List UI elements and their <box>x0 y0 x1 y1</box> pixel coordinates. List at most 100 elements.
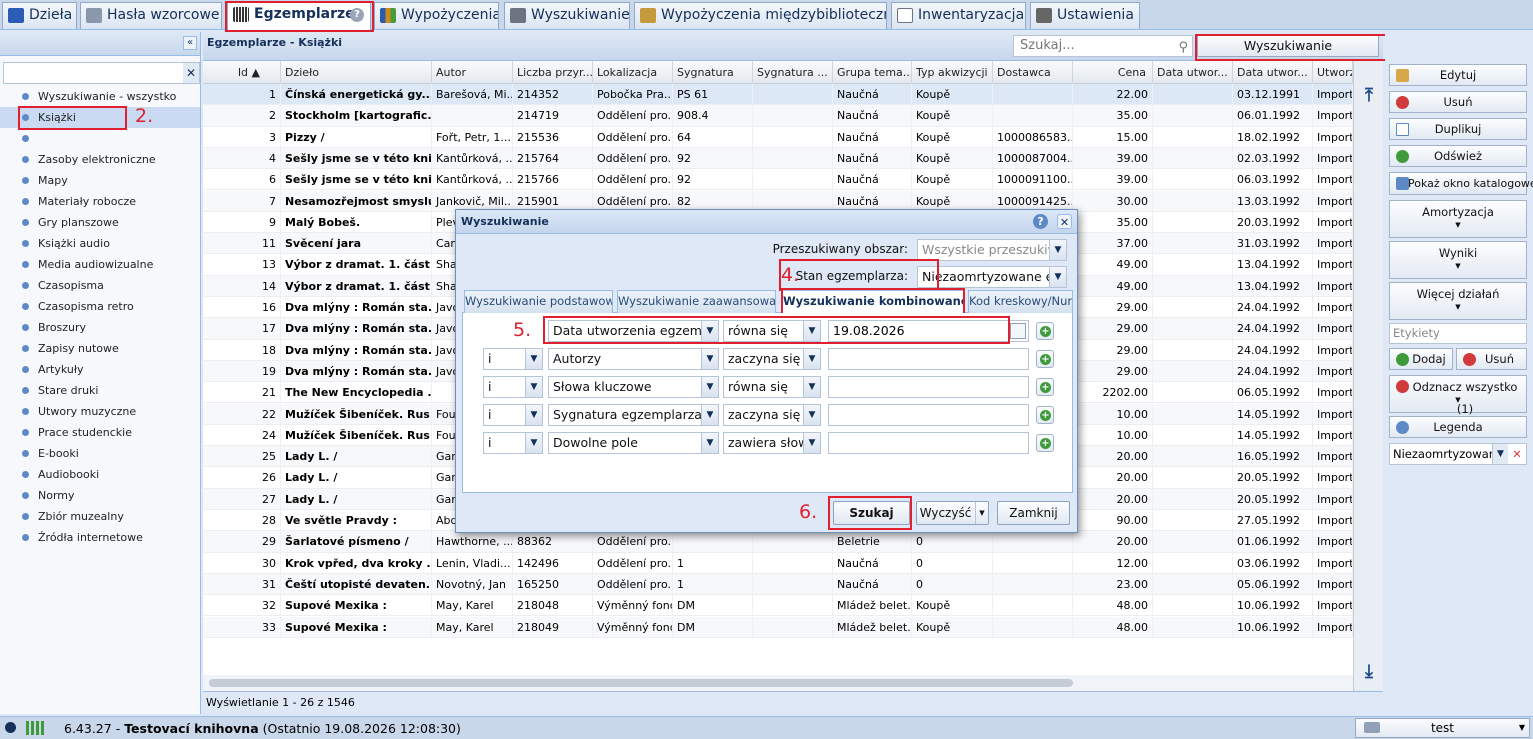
tab-egzemplarze[interactable]: Egzemplarze? <box>227 1 371 30</box>
help-icon[interactable]: ? <box>350 8 364 22</box>
table-row[interactable]: 1 Čínská energetická gy... Barešová, Mi...… <box>203 84 1353 106</box>
col-header-sygnatura[interactable]: Sygnatura <box>673 61 753 84</box>
close-icon[interactable]: ✕ <box>1057 214 1072 229</box>
user-menu-button[interactable]: test ▼ <box>1355 718 1530 738</box>
sidebar-item[interactable]: Zapisy nutowe <box>0 338 200 359</box>
sidebar-item[interactable]: Mapy <box>0 170 200 191</box>
amortization-button[interactable]: Amortyzacja ▼ <box>1389 200 1527 238</box>
criteria-operator-select[interactable]: zaczyna się na ▼ <box>723 404 821 426</box>
collapse-left-icon[interactable]: « <box>183 36 197 50</box>
state-select[interactable]: Niezaomrtyzowane egze ▼ <box>917 266 1067 288</box>
sidebar-item[interactable]: Artykuły <box>0 359 200 380</box>
criteria-operator-select[interactable]: zawiera słowa ▼ <box>723 432 821 454</box>
criteria-date-input[interactable]: 19.08.2026 <box>828 320 1029 342</box>
add-criteria-button[interactable]: + <box>1036 350 1054 368</box>
col-header-id[interactable]: Id ▲ <box>203 61 281 84</box>
unmark-all-button[interactable]: Odznacz wszystko (1) ▼ <box>1389 375 1527 416</box>
sidebar-filter-input[interactable]: ✕ <box>3 62 200 84</box>
sidebar-item[interactable]: Zasoby elektroniczne <box>0 149 200 170</box>
state-filter-combo[interactable]: Niezaomrtyzowan ▼ ✕ <box>1389 443 1527 465</box>
search-icon[interactable]: ⚲ <box>1178 38 1188 58</box>
add-criteria-button[interactable]: + <box>1036 406 1054 424</box>
criteria-value-input[interactable] <box>828 432 1029 454</box>
table-row[interactable]: 31 Čeští utopisté devaten... Novotný, Jan 1… <box>203 573 1353 596</box>
info-icon[interactable] <box>5 722 16 733</box>
criteria-field-select[interactable]: Dowolne pole ▼ <box>548 432 719 454</box>
tab-wypozyczenia-miedzybiblioteczne[interactable]: Wypożyczenia międzybiblioteczne <box>634 2 887 29</box>
criteria-field-select[interactable]: Autorzy ▼ <box>548 348 719 370</box>
criteria-field-select[interactable]: Sygnatura egzemplarza ▼ <box>548 404 719 426</box>
horizontal-scrollbar[interactable] <box>203 675 1353 691</box>
table-row[interactable]: 4 Sešly jsme se v této kni... Kantůrková, … <box>203 147 1353 170</box>
col-header-dzielo[interactable]: Dzieło <box>281 61 432 84</box>
table-row[interactable]: 29 Šarlatové písmeno / Hawthorne, ... 88362… <box>203 531 1353 553</box>
vertical-scrollbar[interactable]: ⤒ ⤓ <box>1353 61 1383 691</box>
sidebar-item[interactable]: E-booki <box>0 443 200 464</box>
col-header-typ[interactable]: Typ akwizycji <box>912 61 993 84</box>
add-criteria-button[interactable]: + <box>1036 322 1054 340</box>
col-header-liczba[interactable]: Liczba przyr... <box>513 61 593 84</box>
sidebar-item[interactable]: Media audiowizualne <box>0 254 200 275</box>
add-criteria-button[interactable]: + <box>1036 434 1054 452</box>
tab-wyszukiwanie[interactable]: Wyszukiwanie <box>504 2 630 29</box>
table-row[interactable]: 3 Pizzy / Fořt, Petr, 1... 215536 Oddělení p… <box>203 126 1353 148</box>
col-header-cena[interactable]: Cena <box>1073 61 1153 84</box>
close-button[interactable]: Zamknij <box>997 501 1070 525</box>
table-row[interactable]: 2 Stockholm [kartografic... 214719 Oddělení… <box>203 105 1353 127</box>
col-header-lokalizacja[interactable]: Lokalizacja <box>593 61 673 84</box>
sidebar-item[interactable]: Gry planszowe <box>0 212 200 233</box>
sidebar-item[interactable]: Materiały robocze <box>0 191 200 212</box>
sidebar-item[interactable] <box>0 128 200 149</box>
sidebar-item[interactable]: Normy <box>0 485 200 506</box>
criteria-conjunction-select[interactable]: i ▼ <box>483 404 543 426</box>
tab-barcode-search[interactable]: Kod kreskowy/Nume <box>968 290 1073 313</box>
dropdown-arrow-icon[interactable]: ▼ <box>1492 444 1508 464</box>
labels-input[interactable]: Etykiety <box>1389 323 1527 344</box>
sidebar-item[interactable]: Zbiór muzealny <box>0 506 200 527</box>
tab-wypozyczenia[interactable]: Wypożyczenia <box>374 2 499 29</box>
area-select[interactable]: Wszystkie przeszukiwan ▼ <box>917 239 1067 261</box>
sidebar-item[interactable]: Wyszukiwanie - wszystko <box>0 86 200 107</box>
sidebar-item[interactable]: Stare druki <box>0 380 200 401</box>
add-criteria-button[interactable]: + <box>1036 378 1054 396</box>
table-row[interactable]: 33 Supové Mexika : May, Karel 218049 Výměnný… <box>203 616 1353 638</box>
col-header-data-2[interactable]: Data utwor... <box>1233 61 1313 84</box>
sidebar-item[interactable]: Czasopisma retro <box>0 296 200 317</box>
col-header-data-1[interactable]: Data utwor... <box>1153 61 1233 84</box>
tab-ustawienia[interactable]: Ustawienia <box>1030 2 1140 29</box>
criteria-operator-select[interactable]: równa się ▼ <box>723 320 821 342</box>
criteria-operator-select[interactable]: równa się ▼ <box>723 376 821 398</box>
clear-filter-icon[interactable]: ✕ <box>183 63 199 83</box>
remove-label-button[interactable]: Usuń <box>1456 348 1527 370</box>
help-icon[interactable]: ? <box>1033 214 1048 229</box>
results-button[interactable]: Wyniki ▼ <box>1389 241 1527 279</box>
catalog-window-button[interactable]: Pokaż okno katalogowe <box>1389 172 1533 195</box>
sidebar-item[interactable]: Prace studenckie <box>0 422 200 443</box>
criteria-operator-select[interactable]: zaczyna się na ▼ <box>723 348 821 370</box>
criteria-field-select[interactable]: Słowa kluczowe ▼ <box>548 376 719 398</box>
scroll-thumb[interactable] <box>209 679 1073 687</box>
advanced-search-button[interactable]: Wyszukiwanie zaawansowane <box>1197 35 1379 73</box>
col-header-utworz[interactable]: Utworz <box>1313 61 1353 84</box>
tab-dziela[interactable]: Dzieła <box>2 2 77 29</box>
tab-basic-search[interactable]: Wyszukiwanie podstawowe <box>464 290 613 313</box>
col-header-dostawca[interactable]: Dostawca <box>993 61 1073 84</box>
edit-button[interactable]: Edytuj <box>1389 64 1527 86</box>
legend-button[interactable]: Legenda <box>1389 416 1527 438</box>
calendar-icon[interactable] <box>1010 323 1026 339</box>
criteria-value-input[interactable] <box>828 404 1029 426</box>
tab-combined-search[interactable]: Wyszukiwanie kombinowane <box>782 290 965 314</box>
table-row[interactable]: 32 Supové Mexika : May, Karel 218048 Výměnný… <box>203 595 1353 617</box>
sidebar-item[interactable]: Czasopisma <box>0 275 200 296</box>
tab-advanced-search[interactable]: Wyszukiwanie zaawansowane <box>617 290 776 313</box>
clear-button[interactable]: Wyczyść ▼ <box>916 501 989 525</box>
more-actions-button[interactable]: Więcej działań ▼ <box>1389 282 1527 320</box>
criteria-conjunction-select[interactable]: i ▼ <box>483 432 543 454</box>
sidebar-item[interactable]: Broszury <box>0 317 200 338</box>
search-button[interactable]: Szukaj <box>833 501 910 525</box>
col-header-autor[interactable]: Autor <box>432 61 513 84</box>
col-header-sygnatura-2[interactable]: Sygnatura ... <box>753 61 833 84</box>
delete-button[interactable]: Usuń <box>1389 91 1527 113</box>
refresh-button[interactable]: Odśwież <box>1389 145 1527 167</box>
tab-inwentaryzacja[interactable]: Inwentaryzacja <box>891 2 1026 29</box>
